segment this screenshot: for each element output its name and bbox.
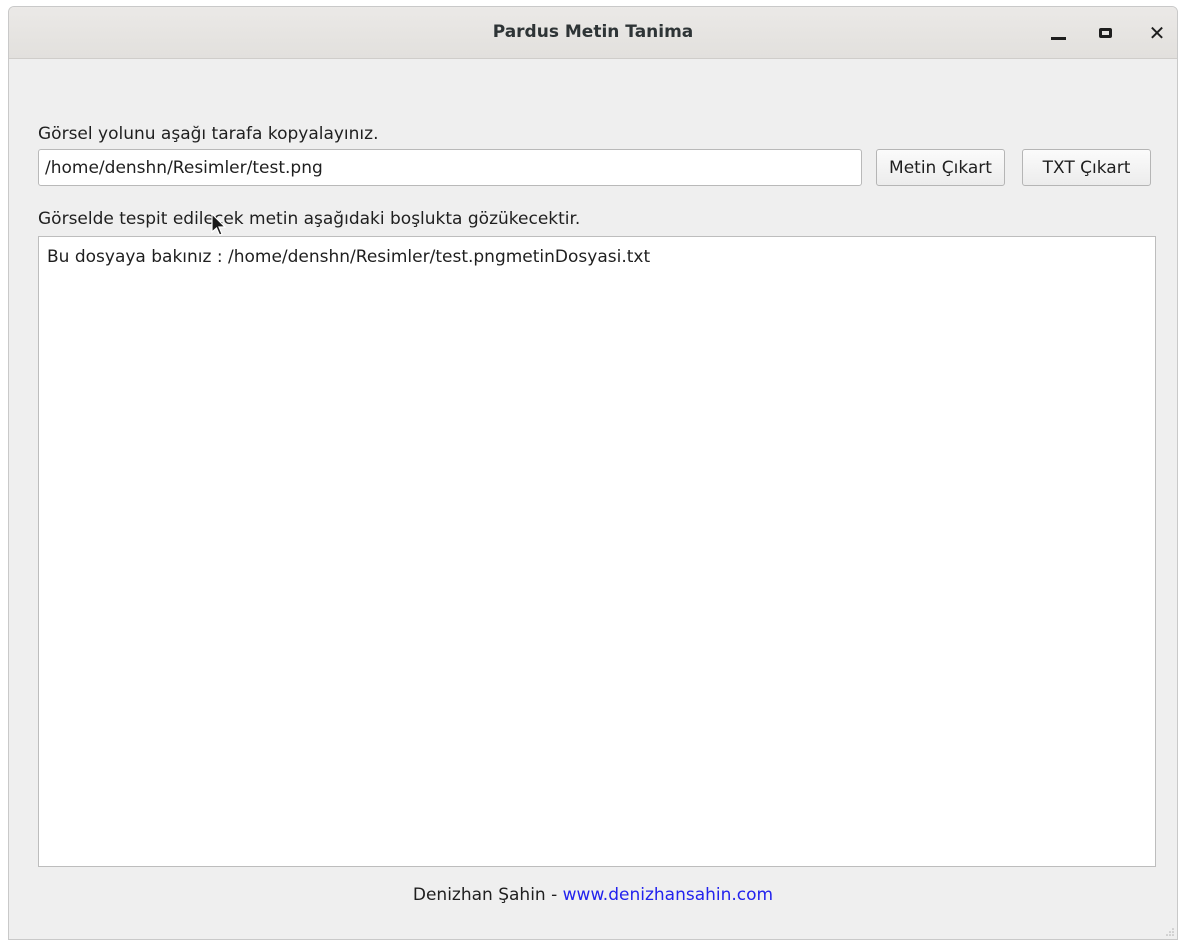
title-bar[interactable]: Pardus Metin Tanima ✕ [9, 7, 1177, 59]
footer-website-link[interactable]: www.denizhansahin.com [563, 885, 773, 905]
close-button[interactable]: ✕ [1143, 19, 1171, 47]
resize-grip-icon[interactable] [1165, 927, 1175, 937]
footer-separator: - [545, 885, 563, 905]
extract-text-button[interactable]: Metin Çıkart [876, 149, 1005, 186]
result-label: Görselde tespit edilecek metin aşağıdaki… [38, 209, 581, 229]
footer-author: Denizhan Şahin [412, 885, 546, 905]
result-text-area[interactable]: Bu dosyaya bakınız : /home/denshn/Resiml… [38, 236, 1156, 867]
path-input[interactable] [38, 149, 862, 186]
minimize-icon [1051, 37, 1066, 40]
window-title: Pardus Metin Tanima [492, 22, 694, 42]
extract-txt-button[interactable]: TXT Çıkart [1022, 149, 1151, 186]
mouse-pointer-icon [211, 213, 227, 236]
footer: Denizhan Şahin - www.denizhansahin.com [9, 885, 1177, 905]
close-icon: ✕ [1148, 21, 1166, 45]
path-label: Görsel yolunu aşağı tarafa kopyalayınız. [38, 124, 379, 144]
maximize-button[interactable] [1091, 19, 1119, 47]
app-window: Pardus Metin Tanima ✕ Görsel yolunu aşağ… [8, 6, 1178, 940]
minimize-button[interactable] [1045, 19, 1073, 47]
maximize-icon [1098, 28, 1112, 38]
